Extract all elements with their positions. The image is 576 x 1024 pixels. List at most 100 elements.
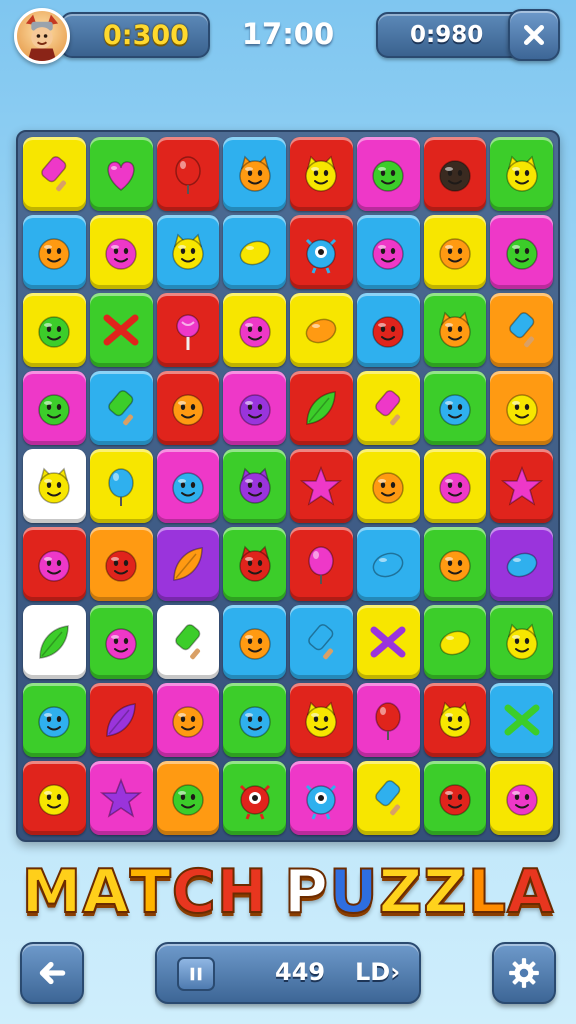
- board-tile[interactable]: [423, 137, 487, 211]
- board-tile[interactable]: [423, 605, 487, 679]
- back-button[interactable]: [20, 942, 84, 1004]
- close-button[interactable]: [508, 9, 560, 61]
- face-icon: [439, 238, 471, 270]
- board-tile[interactable]: [223, 137, 286, 211]
- board-tile[interactable]: [156, 761, 220, 835]
- board-tile[interactable]: [423, 371, 487, 445]
- board-tile[interactable]: [156, 293, 220, 367]
- popsicle-icon: [508, 312, 534, 348]
- board-tile[interactable]: [356, 137, 420, 211]
- face-icon: [38, 394, 71, 426]
- cat-face-icon: [505, 155, 538, 192]
- board-tile[interactable]: [89, 527, 153, 601]
- board-tile[interactable]: [290, 137, 353, 211]
- board-tile[interactable]: [290, 293, 353, 367]
- board-tile[interactable]: [290, 683, 353, 757]
- board-tile[interactable]: [356, 605, 420, 679]
- board-tile[interactable]: [23, 215, 86, 289]
- board-tile[interactable]: [23, 371, 86, 445]
- arrow-left-icon: [39, 961, 66, 985]
- board-tile[interactable]: [423, 215, 487, 289]
- cross-icon: [504, 704, 540, 736]
- board-tile[interactable]: [290, 761, 353, 835]
- board-tile[interactable]: [356, 293, 420, 367]
- board-tile[interactable]: [223, 215, 286, 289]
- board-tile[interactable]: [423, 761, 487, 835]
- star-icon: [100, 777, 143, 818]
- board-tile[interactable]: [223, 683, 286, 757]
- face-icon: [105, 628, 137, 660]
- board-tile[interactable]: [156, 371, 220, 445]
- board-tile[interactable]: [156, 605, 220, 679]
- board-tile[interactable]: [156, 215, 220, 289]
- board-tile[interactable]: [89, 761, 153, 835]
- board-tile[interactable]: [223, 371, 286, 445]
- board-tile[interactable]: [23, 293, 86, 367]
- face-icon: [238, 706, 271, 738]
- board-tile[interactable]: [290, 371, 353, 445]
- cat-face-icon: [238, 155, 271, 192]
- board-tile[interactable]: [490, 449, 553, 523]
- board-tile[interactable]: [490, 527, 553, 601]
- board-tile[interactable]: [490, 683, 553, 757]
- board-tile[interactable]: [423, 449, 487, 523]
- board-tile[interactable]: [423, 293, 487, 367]
- lemon-icon: [306, 318, 337, 344]
- board-tile[interactable]: [356, 371, 420, 445]
- board-tile[interactable]: [89, 683, 153, 757]
- board-tile[interactable]: [23, 683, 86, 757]
- leaf-icon: [306, 391, 337, 425]
- knight-avatar-icon: [25, 14, 59, 61]
- pause-button[interactable]: [177, 957, 215, 991]
- board-tile[interactable]: [423, 527, 487, 601]
- board-tile[interactable]: [490, 293, 553, 367]
- player-avatar[interactable]: [14, 8, 70, 64]
- board-tile[interactable]: [23, 605, 86, 679]
- board-tile[interactable]: [156, 683, 220, 757]
- board-tile[interactable]: [490, 605, 553, 679]
- board-tile[interactable]: [423, 683, 487, 757]
- candy-icon: [176, 314, 200, 350]
- board-tile[interactable]: [156, 527, 220, 601]
- cat-face-icon: [238, 545, 271, 582]
- face-icon: [238, 628, 271, 660]
- board-tile[interactable]: [290, 215, 353, 289]
- board-tile[interactable]: [356, 215, 420, 289]
- board-tile[interactable]: [490, 761, 553, 835]
- board-tile[interactable]: [89, 215, 153, 289]
- board-tile[interactable]: [23, 449, 86, 523]
- board-tile[interactable]: [23, 137, 86, 211]
- board-tile[interactable]: [223, 449, 286, 523]
- board-tile[interactable]: [23, 761, 86, 835]
- leaf-icon: [173, 547, 203, 581]
- face-icon: [439, 472, 471, 504]
- board-tile[interactable]: [89, 371, 153, 445]
- board-tile[interactable]: [356, 449, 420, 523]
- board-tile[interactable]: [490, 215, 553, 289]
- board-tile[interactable]: [490, 137, 553, 211]
- board-tile[interactable]: [23, 527, 86, 601]
- board-tile[interactable]: [290, 527, 353, 601]
- board-tile[interactable]: [223, 293, 286, 367]
- board-tile[interactable]: [89, 137, 153, 211]
- board-tile[interactable]: [356, 761, 420, 835]
- popsicle-icon: [175, 624, 201, 660]
- board-tile[interactable]: [290, 605, 353, 679]
- board-tile[interactable]: [356, 527, 420, 601]
- moves-counter: 449: [275, 958, 326, 986]
- board-tile[interactable]: [290, 449, 353, 523]
- board-tile[interactable]: [223, 761, 286, 835]
- board-tile[interactable]: [156, 137, 220, 211]
- board-tile[interactable]: [223, 605, 286, 679]
- board-tile[interactable]: [223, 527, 286, 601]
- board-tile[interactable]: [89, 293, 153, 367]
- board-tile[interactable]: [89, 605, 153, 679]
- board-tile[interactable]: [490, 371, 553, 445]
- board-tile[interactable]: [356, 683, 420, 757]
- cat-face-icon: [238, 467, 271, 504]
- pause-icon: [190, 967, 202, 981]
- settings-button[interactable]: [492, 942, 556, 1004]
- board-tile[interactable]: [89, 449, 153, 523]
- popsicle-icon: [41, 156, 67, 192]
- board-tile[interactable]: [156, 449, 220, 523]
